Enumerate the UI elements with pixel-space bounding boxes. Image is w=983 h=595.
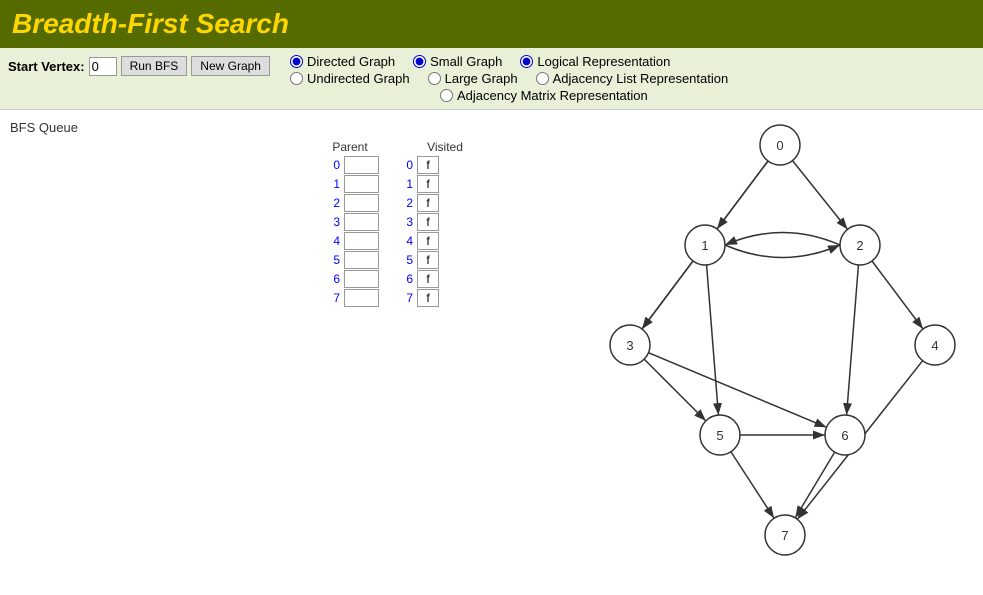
radio-row-2: Undirected Graph Large Graph Adjacency L… [290,71,728,86]
app-header: Breadth-First Search [0,0,983,48]
visited-cell: f [417,194,439,212]
radio-directed-graph[interactable]: Directed Graph [290,54,395,69]
visited-index: 1 [393,177,413,191]
parent-cell [344,175,379,193]
visited-index: 6 [393,272,413,286]
table-area: Parent Visited 0 0 f 1 1 f 2 2 f 3 3 f 4… [320,140,470,308]
row-index: 7 [320,291,340,305]
row-index: 1 [320,177,340,191]
radio-small-graph[interactable]: Small Graph [413,54,502,69]
svg-text:3: 3 [626,338,633,353]
visited-cell: f [417,213,439,231]
start-vertex-area: Start Vertex: Run BFS New Graph [8,56,270,76]
visited-cell: f [417,289,439,307]
table-row: 3 3 f [320,213,470,231]
svg-text:4: 4 [931,338,938,353]
controls-bar: Start Vertex: Run BFS New Graph Directed… [0,48,983,110]
table-row: 1 1 f [320,175,470,193]
visited-cell: f [417,251,439,269]
parent-header: Parent [320,140,380,154]
parent-cell [344,270,379,288]
row-index: 2 [320,196,340,210]
svg-text:7: 7 [781,528,788,543]
parent-cell [344,156,379,174]
row-index: 0 [320,158,340,172]
row-index: 4 [320,234,340,248]
visited-index: 7 [393,291,413,305]
graph-area: 0 1 2 3 4 5 6 7 [520,110,983,595]
visited-index: 5 [393,253,413,267]
graph-svg: 0 1 2 3 4 5 6 7 [520,110,983,595]
left-panel: BFS Queue Parent Visited 0 0 f 1 1 f 2 2… [0,110,520,595]
table-rows: 0 0 f 1 1 f 2 2 f 3 3 f 4 4 f 5 5 f 6 6 … [320,156,470,307]
radio-adjacency-list-rep[interactable]: Adjacency List Representation [536,71,729,86]
visited-index: 2 [393,196,413,210]
radio-undirected-graph[interactable]: Undirected Graph [290,71,410,86]
parent-cell [344,194,379,212]
start-vertex-input[interactable] [89,57,117,76]
visited-index: 3 [393,215,413,229]
parent-cell [344,251,379,269]
visited-index: 0 [393,158,413,172]
radio-adjacency-matrix-rep[interactable]: Adjacency Matrix Representation [440,88,648,103]
visited-index: 4 [393,234,413,248]
table-row: 2 2 f [320,194,470,212]
bfs-queue-label: BFS Queue [10,120,510,135]
radio-large-graph[interactable]: Large Graph [428,71,518,86]
run-bfs-button[interactable]: Run BFS [121,56,188,76]
parent-cell [344,213,379,231]
svg-text:1: 1 [701,238,708,253]
row-index: 3 [320,215,340,229]
visited-cell: f [417,270,439,288]
radio-row-3: Adjacency Matrix Representation [290,88,728,103]
svg-text:5: 5 [716,428,723,443]
table-header: Parent Visited [320,140,470,154]
new-graph-button[interactable]: New Graph [191,56,270,76]
radio-row-1: Directed Graph Small Graph Logical Repre… [290,54,728,69]
svg-text:6: 6 [841,428,848,443]
table-row: 6 6 f [320,270,470,288]
visited-cell: f [417,156,439,174]
start-vertex-label: Start Vertex: [8,59,85,74]
table-row: 4 4 f [320,232,470,250]
table-row: 5 5 f [320,251,470,269]
visited-cell: f [417,232,439,250]
table-row: 0 0 f [320,156,470,174]
radio-groups: Directed Graph Small Graph Logical Repre… [290,54,728,103]
app-title: Breadth-First Search [12,8,971,40]
visited-cell: f [417,175,439,193]
svg-text:0: 0 [776,138,783,153]
parent-cell [344,232,379,250]
visited-header: Visited [420,140,470,154]
parent-cell [344,289,379,307]
main-content: BFS Queue Parent Visited 0 0 f 1 1 f 2 2… [0,110,983,595]
radio-logical-rep[interactable]: Logical Representation [520,54,670,69]
table-row: 7 7 f [320,289,470,307]
row-index: 6 [320,272,340,286]
svg-text:2: 2 [856,238,863,253]
row-index: 5 [320,253,340,267]
